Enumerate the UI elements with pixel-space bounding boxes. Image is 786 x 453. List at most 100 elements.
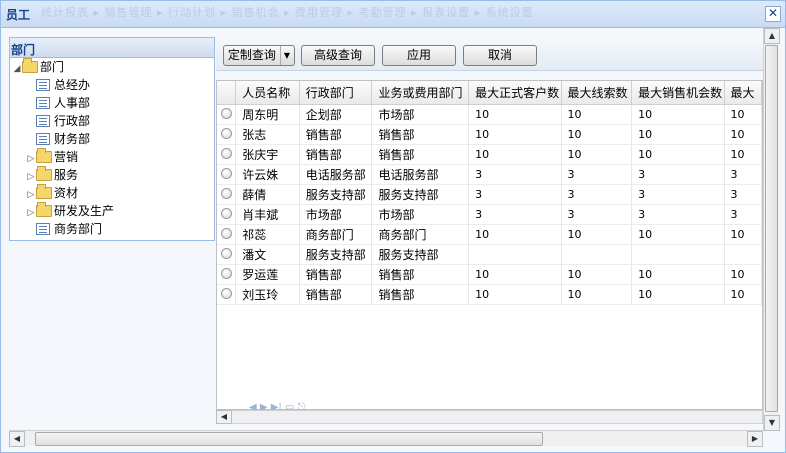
grid-scroll-left-icon[interactable]: ◀ xyxy=(216,410,232,424)
column-header[interactable]: 最大 xyxy=(724,81,762,105)
scroll-right-icon[interactable]: ▶ xyxy=(747,431,763,447)
grid-horizontal-scrollbar[interactable]: ◀ xyxy=(216,410,763,424)
table-cell: 市场部 xyxy=(371,204,470,225)
table-cell: 祁蕊 xyxy=(235,224,300,245)
table-row[interactable]: 罗运莲 销售部 销售部 10 10 10 10 xyxy=(217,264,762,285)
tree-node-label: 研发及生产 xyxy=(54,204,115,218)
scroll-down-icon[interactable]: ▼ xyxy=(764,415,780,431)
table-cell: 张庆宇 xyxy=(235,144,300,165)
table-cell: 销售部 xyxy=(371,144,470,165)
tree-node-0[interactable]: ◢ 部门 xyxy=(12,58,64,76)
tree-node-8[interactable]: ▷ 研发及生产 xyxy=(26,202,114,220)
table-cell xyxy=(631,244,725,265)
row-select-cell[interactable] xyxy=(217,184,237,205)
vertical-scroll-thumb[interactable] xyxy=(765,45,778,412)
column-header[interactable]: 最大线索数 xyxy=(561,81,633,105)
table-cell: 10 xyxy=(468,124,562,145)
row-select-cell[interactable] xyxy=(217,264,237,285)
advanced-query-button[interactable]: 高级查询 xyxy=(301,45,375,66)
row-select-cell[interactable] xyxy=(217,124,237,145)
tree-expanded-icon[interactable]: ◢ xyxy=(12,60,22,78)
tree-node-3[interactable]: 行政部 xyxy=(26,112,90,130)
table-cell xyxy=(468,244,562,265)
table-cell: 商务部门 xyxy=(371,224,470,245)
cancel-button[interactable]: 取消 xyxy=(463,45,537,66)
table-cell: 10 xyxy=(724,284,762,305)
tree-node-6[interactable]: ▷ 服务 xyxy=(26,166,78,184)
row-select-cell[interactable] xyxy=(217,284,237,305)
tree-node-9[interactable]: 商务部门 xyxy=(26,220,102,238)
table-cell: 10 xyxy=(561,104,633,125)
table-row[interactable]: 张志 销售部 销售部 10 10 10 10 xyxy=(217,124,762,145)
table-cell: 10 xyxy=(724,124,762,145)
table-cell: 薛倩 xyxy=(235,184,300,205)
column-header[interactable]: 最大销售机会数 xyxy=(631,81,725,105)
table-cell: 许云姝 xyxy=(235,164,300,185)
table-cell: 3 xyxy=(561,204,633,225)
table-cell: 10 xyxy=(468,264,562,285)
table-cell: 10 xyxy=(468,284,562,305)
table-cell: 市场部 xyxy=(299,204,373,225)
tree-node-1[interactable]: 总经办 xyxy=(26,76,90,94)
table-row[interactable]: 刘玉玲 销售部 销售部 10 10 10 10 xyxy=(217,284,762,305)
tree-node-4[interactable]: 财务部 xyxy=(26,130,90,148)
table-cell: 罗运莲 xyxy=(235,264,300,285)
row-select-cell[interactable] xyxy=(217,164,237,185)
tree-node-label: 资材 xyxy=(54,186,79,200)
scroll-up-icon[interactable]: ▲ xyxy=(764,28,780,44)
row-radio[interactable] xyxy=(221,168,232,179)
tree-node-5[interactable]: ▷ 营销 xyxy=(26,148,78,166)
table-row[interactable]: 潘文 服务支持部 服务支持部 xyxy=(217,244,762,265)
chevron-down-icon[interactable]: ▼ xyxy=(279,46,290,65)
scroll-left-icon[interactable]: ◀ xyxy=(9,431,25,447)
row-radio[interactable] xyxy=(221,128,232,139)
table-cell: 10 xyxy=(724,144,762,165)
table-row[interactable]: 肖丰斌 市场部 市场部 3 3 3 3 xyxy=(217,204,762,225)
apply-button[interactable]: 应用 xyxy=(382,45,456,66)
tree-node-7[interactable]: ▷ 资材 xyxy=(26,184,78,202)
table-row[interactable]: 薛倩 服务支持部 服务支持部 3 3 3 3 xyxy=(217,184,762,205)
row-radio[interactable] xyxy=(221,208,232,219)
tree-node-label: 服务 xyxy=(54,168,79,182)
table-cell: 3 xyxy=(631,164,725,185)
table-row[interactable]: 张庆宇 销售部 销售部 10 10 10 10 xyxy=(217,144,762,165)
department-icon xyxy=(36,115,50,127)
column-header[interactable]: 人员名称 xyxy=(235,81,300,105)
table-row[interactable]: 许云姝 电话服务部 电话服务部 3 3 3 3 xyxy=(217,164,762,185)
close-icon[interactable]: ✕ xyxy=(765,6,781,22)
row-radio[interactable] xyxy=(221,148,232,159)
table-cell: 服务支持部 xyxy=(371,244,470,265)
tree-node-label: 人事部 xyxy=(54,96,91,110)
table-cell: 10 xyxy=(468,224,562,245)
row-radio[interactable] xyxy=(221,268,232,279)
horizontal-scroll-thumb[interactable] xyxy=(35,432,543,446)
tree-node-label: 行政部 xyxy=(54,114,91,128)
row-radio[interactable] xyxy=(221,108,232,119)
row-select-cell[interactable] xyxy=(217,224,237,245)
table-cell: 销售部 xyxy=(371,124,470,145)
row-select-cell[interactable] xyxy=(217,144,237,165)
table-row[interactable]: 祁蕊 商务部门 商务部门 10 10 10 10 xyxy=(217,224,762,245)
row-radio[interactable] xyxy=(221,188,232,199)
tree-node-2[interactable]: 人事部 xyxy=(26,94,90,112)
custom-query-button[interactable]: 定制查询 ▼ xyxy=(223,45,295,66)
table-cell: 3 xyxy=(468,204,562,225)
table-cell: 电话服务部 xyxy=(371,164,470,185)
title-bar[interactable]: 统计报表 ▸ 销售管理 ▸ 行动计划 ▸ 销售机会 ▸ 费用管理 ▸ 考勤管理 … xyxy=(1,1,785,28)
table-cell: 10 xyxy=(631,144,725,165)
row-select-cell[interactable] xyxy=(217,204,237,225)
vertical-scrollbar[interactable]: ▲ ▼ xyxy=(763,28,780,431)
column-header[interactable]: 行政部门 xyxy=(299,81,373,105)
row-radio[interactable] xyxy=(221,228,232,239)
folder-icon xyxy=(36,184,52,199)
column-header[interactable]: 最大正式客户数 xyxy=(468,81,562,105)
custom-query-label: 定制查询 xyxy=(227,48,276,62)
row-radio[interactable] xyxy=(221,248,232,259)
column-header[interactable]: 业务或费用部门 xyxy=(371,81,470,105)
horizontal-scrollbar[interactable]: ◀ ▶ xyxy=(9,430,763,447)
table-row[interactable]: 周东明 企划部 市场部 10 10 10 10 xyxy=(217,104,762,125)
row-select-cell[interactable] xyxy=(217,244,237,265)
row-select-cell[interactable] xyxy=(217,104,237,125)
row-radio[interactable] xyxy=(221,288,232,299)
table-cell: 10 xyxy=(561,144,633,165)
